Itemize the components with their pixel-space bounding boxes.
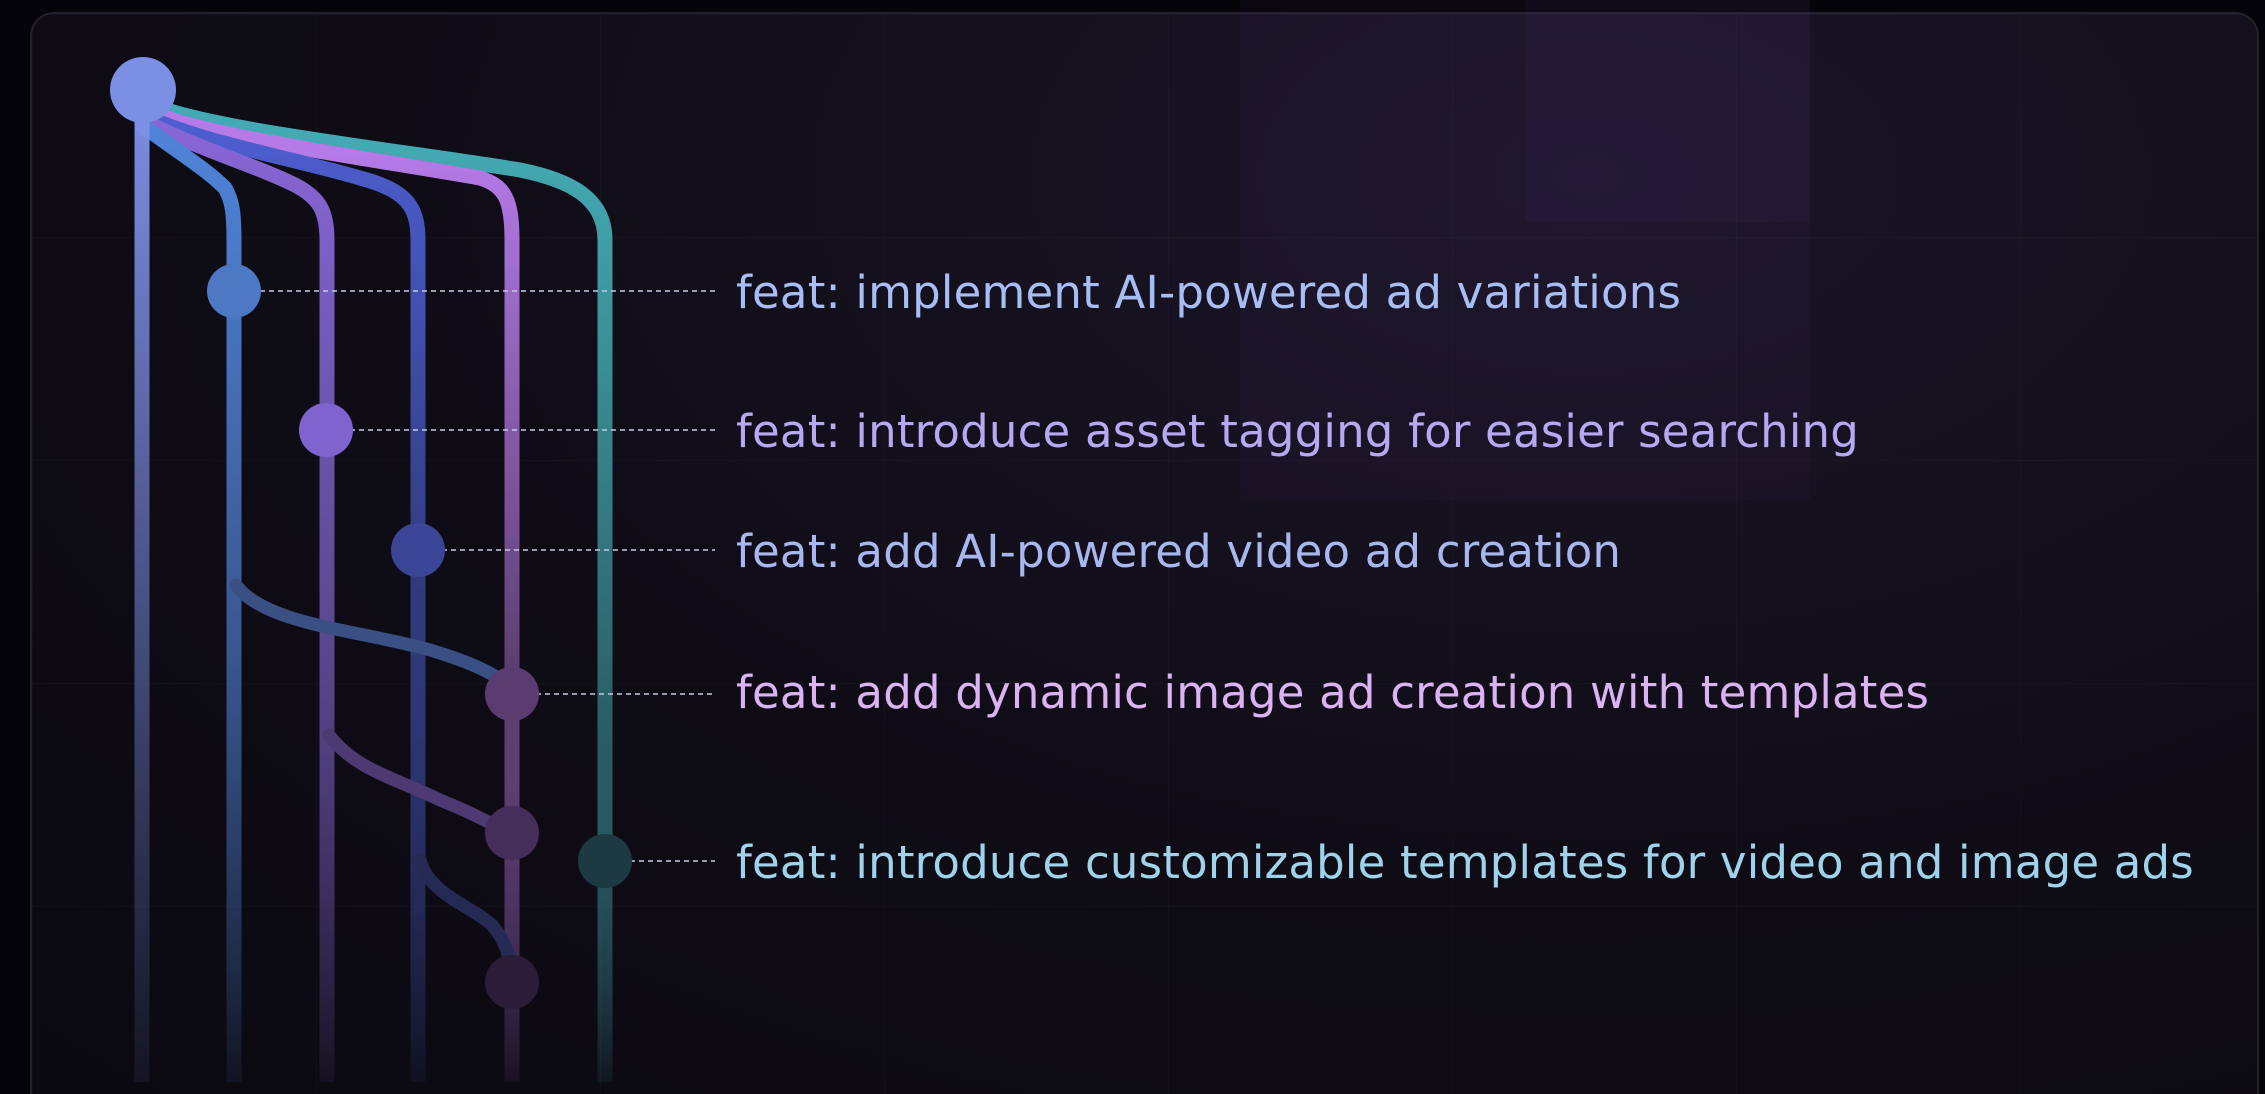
commit-node-1 [207, 264, 261, 318]
root-commit-node [110, 57, 176, 123]
commit-node-4 [485, 667, 539, 721]
branch-line-5 [134, 92, 613, 1082]
commit-message-3: feat: add AI-powered video ad creation [736, 525, 1622, 578]
merge-node-2 [485, 955, 539, 1009]
commit-message-4: feat: add dynamic image ad creation with… [736, 666, 1930, 719]
commit-message-1: feat: implement AI-powered ad variations [736, 266, 1682, 319]
commit-node-2 [299, 403, 353, 457]
commit-message-5: feat: introduce customizable templates f… [736, 836, 2194, 889]
commit-message-2: feat: introduce asset tagging for easier… [736, 405, 1860, 458]
branch-line-3 [134, 106, 426, 1082]
merge-node-1 [485, 806, 539, 860]
commit-node-3 [391, 523, 445, 577]
commit-node-5 [578, 834, 632, 888]
merge-curve-1 [229, 578, 519, 697]
